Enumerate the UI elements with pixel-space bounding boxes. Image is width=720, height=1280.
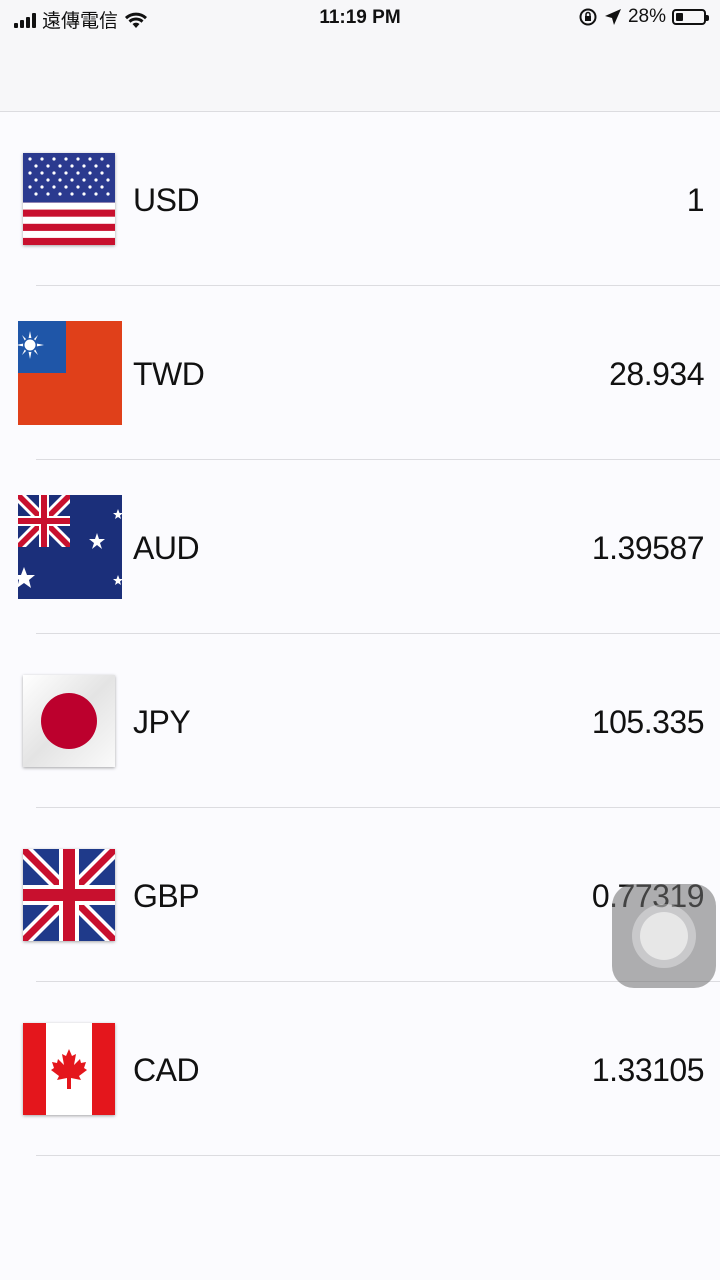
currency-row-usd[interactable]: USD 1 (0, 112, 720, 286)
taiwan-flag-icon (18, 321, 122, 425)
canada-flag-icon (23, 1023, 115, 1115)
currency-row-cad[interactable]: CAD 1.33105 (0, 982, 720, 1156)
uk-flag-icon (23, 849, 115, 941)
assistive-touch-button[interactable] (612, 884, 716, 988)
currency-value: 1.33105 (591, 1052, 705, 1088)
location-icon (604, 9, 621, 25)
currency-row-aud[interactable]: AUD 1.39587 (0, 460, 720, 634)
currency-row-jpy[interactable]: JPY 105.335 (0, 634, 720, 808)
currency-row-twd[interactable]: TWD 28.934 (0, 286, 720, 460)
status-right: 28% (578, 6, 709, 28)
row-separator (36, 1155, 720, 1156)
status-bar: 遠傳電信 11:19 PM 28% (0, 0, 720, 40)
battery-percentage: 28% (627, 6, 666, 27)
currency-code: USD (133, 182, 200, 218)
currency-value: 1 (686, 182, 705, 218)
currency-value: 105.335 (591, 704, 705, 740)
assistive-touch-center-icon (640, 912, 688, 960)
orientation-lock-icon (579, 8, 597, 26)
currency-code: AUD (133, 530, 200, 566)
battery-level (676, 13, 683, 21)
currency-code: CAD (133, 1052, 200, 1088)
currency-code: JPY (133, 704, 191, 740)
battery-icon (672, 9, 709, 25)
currency-code: GBP (133, 878, 200, 914)
currency-value: 28.934 (609, 356, 704, 392)
us-flag-icon (23, 153, 115, 245)
australia-flag-icon (18, 495, 122, 599)
currency-list: USD 1 TWD 28.934 AUD 1.39587 JPY 105.335… (0, 112, 720, 1156)
currency-code: TWD (133, 356, 205, 392)
currency-value: 1.39587 (591, 530, 705, 566)
japan-flag-icon (23, 675, 115, 767)
navigation-bar (0, 40, 720, 112)
